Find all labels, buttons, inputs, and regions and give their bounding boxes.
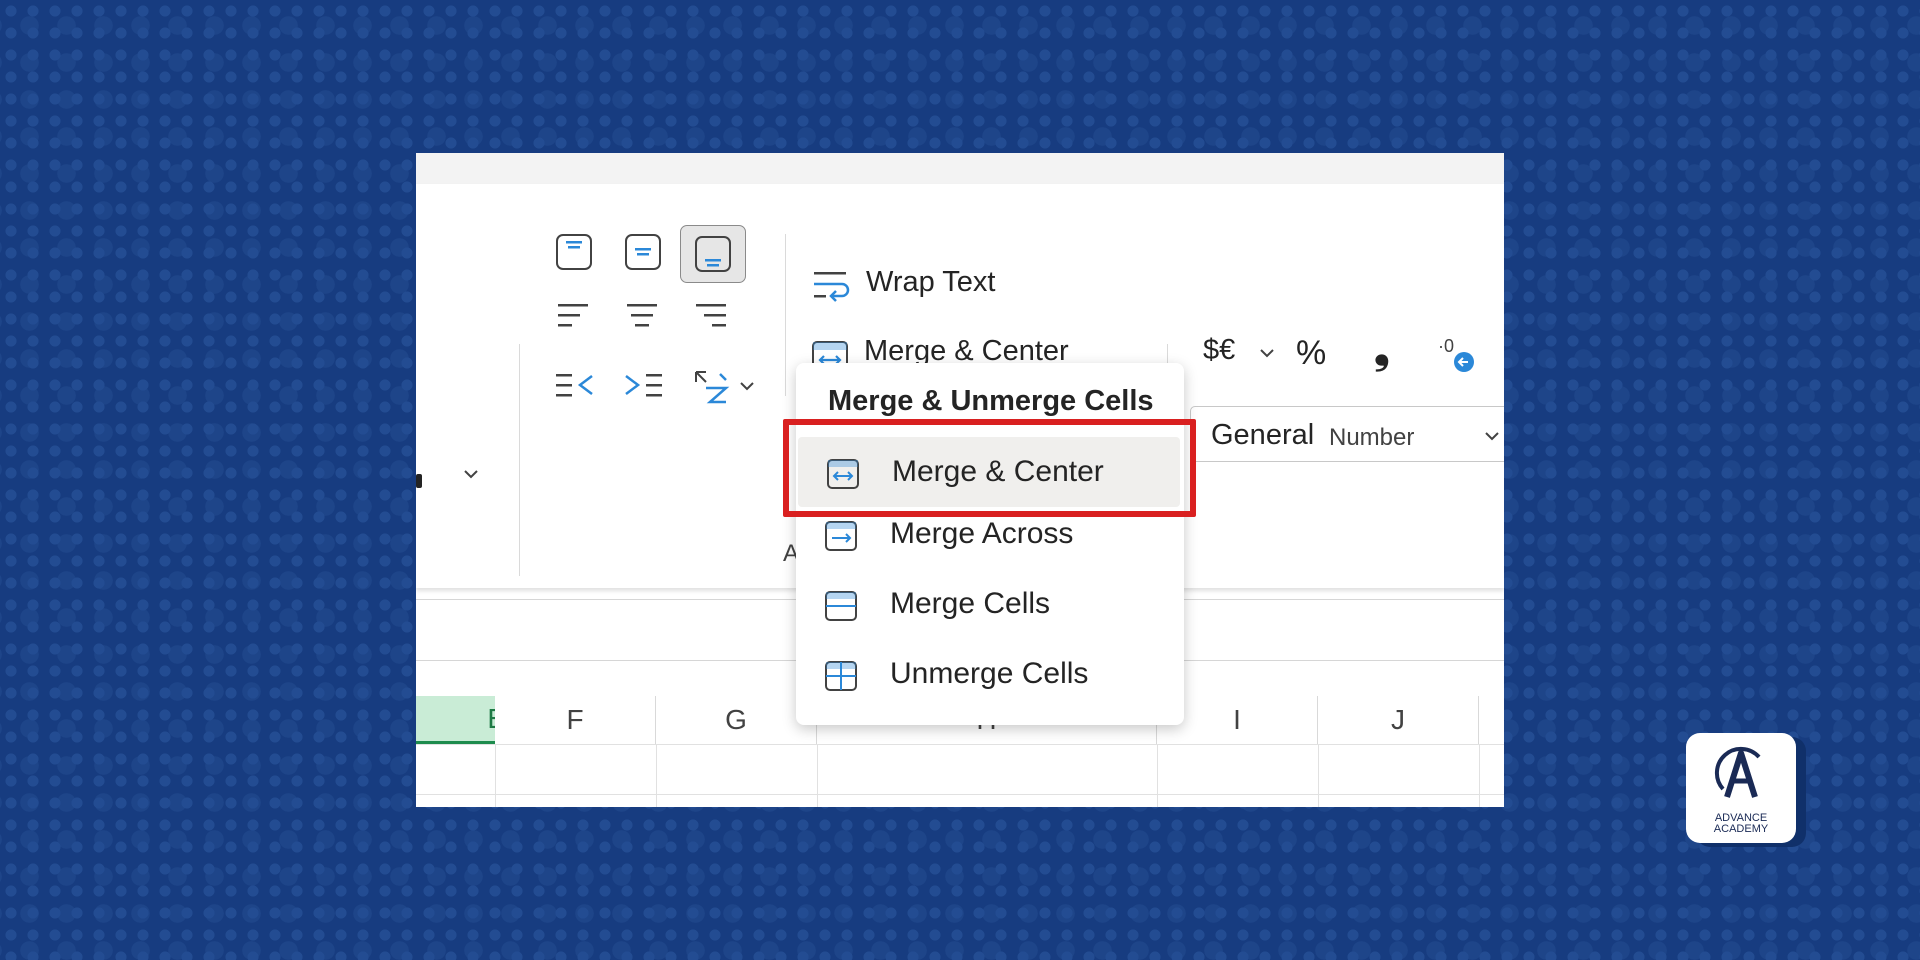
align-bottom-button[interactable] <box>680 225 746 283</box>
currency-dropdown-chevron-icon[interactable] <box>1258 344 1276 362</box>
grid-row-line <box>416 744 1504 745</box>
ribbon-separator <box>519 344 520 576</box>
menu-item-merge-across[interactable]: Merge Across <box>796 507 1184 577</box>
grid-column-line <box>495 744 496 807</box>
grid-row-line <box>416 794 1504 795</box>
logo-text-line2: ACADEMY <box>1713 823 1769 835</box>
align-middle-icon[interactable] <box>623 232 663 272</box>
top-bar <box>416 153 1504 184</box>
decrease-decimal-icon[interactable]: ·0 <box>1436 332 1480 376</box>
grid-column-line <box>817 744 818 807</box>
wrap-text-button[interactable]: Wrap Text <box>866 266 995 299</box>
menu-item-label: Merge Across <box>890 517 1074 550</box>
wrap-text-icon <box>814 272 850 302</box>
unmerge-cells-icon <box>825 661 857 691</box>
font-group-partial-icon <box>416 474 422 488</box>
menu-item-label: Unmerge Cells <box>890 657 1089 690</box>
comma-style-button[interactable]: ❟ <box>1374 328 1390 373</box>
number-group-label: Number <box>1329 424 1415 451</box>
grid-column-line <box>1479 744 1480 807</box>
orientation-icon[interactable] <box>692 366 732 406</box>
grid-column-line <box>656 744 657 807</box>
number-format-value: General <box>1211 419 1315 451</box>
chevron-down-icon[interactable] <box>461 464 481 484</box>
merge-cells-icon <box>825 591 857 621</box>
menu-item-unmerge-cells[interactable]: Unmerge Cells <box>796 647 1184 717</box>
grid-column-line <box>1157 744 1158 807</box>
percent-button[interactable]: % <box>1296 334 1326 373</box>
merge-dropdown-menu: Merge & Unmerge Cells Merge & Center Mer… <box>796 363 1184 725</box>
highlight-box <box>783 419 1196 517</box>
svg-text:·0: ·0 <box>1438 336 1454 356</box>
column-header-j[interactable]: J <box>1318 696 1479 744</box>
align-left-icon[interactable] <box>556 298 592 334</box>
advance-academy-logo: ADVANCE ACADEMY <box>1686 733 1796 843</box>
menu-item-merge-cells[interactable]: Merge Cells <box>796 577 1184 647</box>
merge-across-icon <box>825 521 857 551</box>
chevron-down-icon <box>1485 432 1499 441</box>
column-header-f[interactable]: F <box>495 696 656 744</box>
decrease-indent-icon[interactable] <box>554 368 598 404</box>
orientation-dropdown-chevron-icon[interactable] <box>738 377 756 395</box>
align-bottom-icon <box>695 236 731 272</box>
dropdown-title: Merge & Unmerge Cells <box>828 385 1154 417</box>
increase-indent-icon[interactable] <box>622 368 666 404</box>
align-center-icon[interactable] <box>624 298 660 334</box>
align-top-icon[interactable] <box>554 232 594 272</box>
ribbon-separator <box>785 234 786 396</box>
currency-button[interactable]: $€ <box>1203 334 1235 367</box>
menu-item-label: Merge Cells <box>890 587 1051 620</box>
logo-mark-icon <box>1714 746 1761 798</box>
align-right-icon[interactable] <box>692 298 728 334</box>
grid-column-line <box>1318 744 1319 807</box>
column-header-g[interactable]: G <box>656 696 817 744</box>
